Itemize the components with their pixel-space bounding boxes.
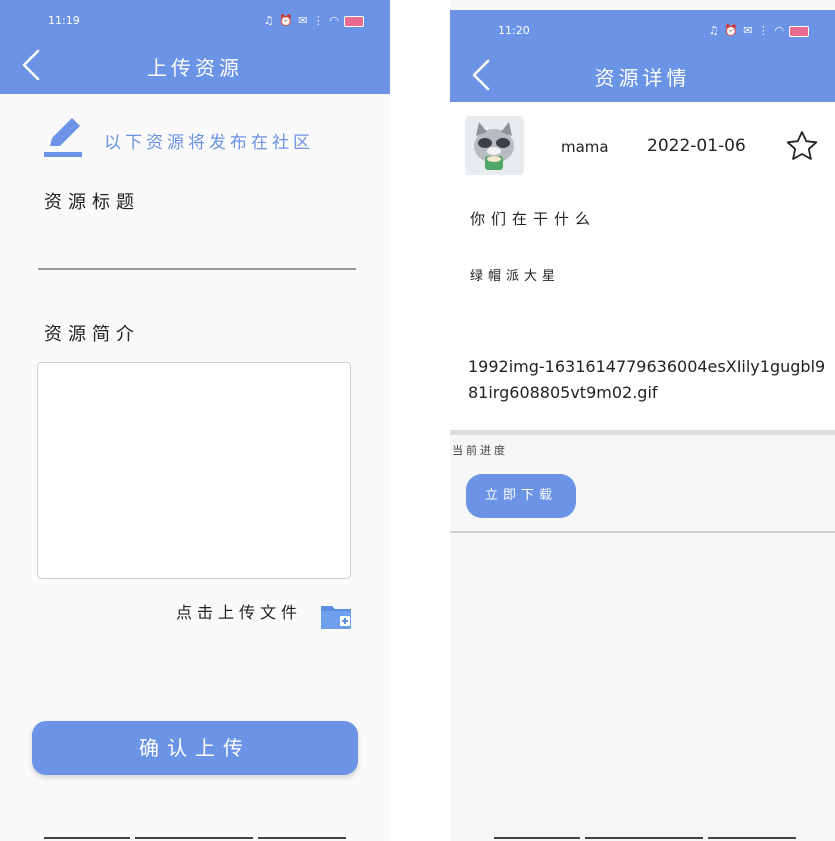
top-bar: 11:20 ♫ ⏰ ✉ ⋮ ◠ 资源详情: [450, 10, 835, 102]
folder-add-icon[interactable]: [320, 602, 352, 630]
battery-icon: [344, 15, 364, 27]
status-icons: ♫ ⏰ ✉ ⋮ ◠: [709, 24, 809, 37]
resource-intro-text: 绿帽派大星: [470, 269, 561, 284]
status-bar: 11:19 ♫ ⏰ ✉ ⋮ ◠: [0, 0, 390, 40]
page-title: 资源详情: [594, 66, 691, 90]
nav-indicator: [708, 837, 796, 839]
status-icons: ♫ ⏰ ✉ ⋮ ◠: [264, 14, 364, 27]
hint-text: 以下资源将发布在社区: [104, 133, 314, 153]
post-date: 2022-01-06: [647, 136, 746, 156]
status-time: 11:19: [48, 14, 80, 27]
nav-indicator: [585, 837, 703, 839]
status-bar: 11:20 ♫ ⏰ ✉ ⋮ ◠: [450, 10, 835, 50]
upload-screen: 11:19 ♫ ⏰ ✉ ⋮ ◠ 上传资源 以下资源将发布在社区 资源标题 资源简…: [0, 0, 390, 841]
star-outline-icon[interactable]: [786, 130, 818, 162]
nav-indicator: [135, 837, 253, 839]
download-button[interactable]: 立即下载: [466, 474, 576, 518]
pencil-icon: [44, 118, 82, 157]
resource-intro-label: 资源简介: [44, 324, 140, 345]
resource-title-label: 资源标题: [44, 192, 140, 213]
divider: [450, 430, 835, 435]
confirm-upload-button[interactable]: 确认上传: [32, 721, 358, 775]
file-name: 1992img-1631614779636004esXIily1gugbl981…: [468, 357, 826, 402]
nav-indicator: [494, 837, 580, 839]
divider: [450, 531, 835, 533]
nav-indicator: [44, 837, 130, 839]
avatar: [465, 116, 524, 175]
resource-title-text: 你们在干什么: [470, 210, 597, 228]
upload-file-link[interactable]: 点击上传文件: [176, 600, 351, 632]
resource-intro-input[interactable]: [37, 362, 351, 579]
nav-indicator: [258, 837, 346, 839]
top-bar: 11:19 ♫ ⏰ ✉ ⋮ ◠ 上传资源: [0, 0, 390, 94]
status-time: 11:20: [498, 24, 530, 37]
resource-content: mama 2022-01-06 你们在干什么 绿帽派大星 1992img-163…: [450, 102, 835, 430]
battery-icon: [789, 25, 809, 37]
progress-label: 当前进度: [452, 444, 508, 457]
resource-detail-screen: 11:20 ♫ ⏰ ✉ ⋮ ◠ 资源详情 mama 2022-01-06 你们在…: [450, 0, 835, 841]
publish-hint: 以下资源将发布在社区: [42, 116, 362, 160]
upload-file-text: 点击上传文件: [176, 603, 303, 622]
username: mama: [561, 138, 609, 156]
page-title: 上传资源: [147, 56, 243, 80]
resource-title-input[interactable]: [38, 232, 356, 270]
